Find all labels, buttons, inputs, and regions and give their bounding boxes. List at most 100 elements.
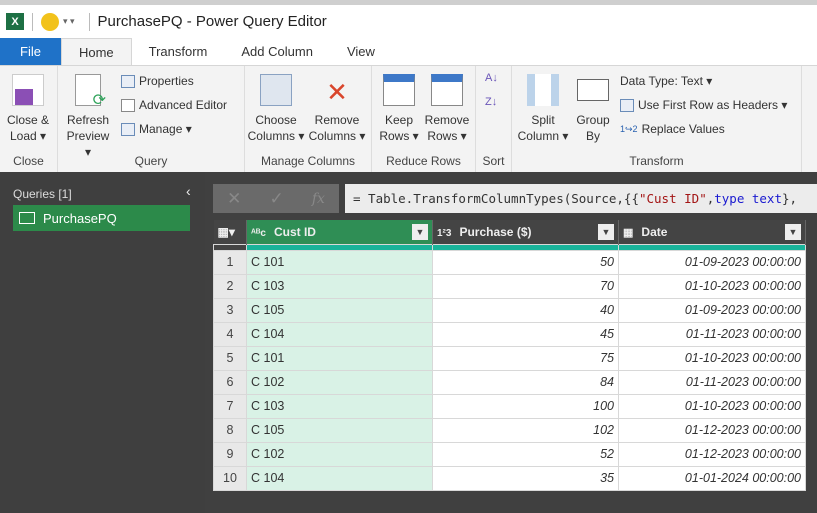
date-cell[interactable]: 01-11-2023 00:00:00 — [618, 369, 806, 395]
table-row[interactable]: 10 C 104 35 01-01-2024 00:00:00 — [213, 465, 806, 491]
tab-add-column[interactable]: Add Column — [224, 38, 330, 65]
replace-values-button[interactable]: 1↪2 Replace Values — [620, 122, 725, 136]
sort-ascending-button[interactable]: A↓ — [485, 72, 498, 84]
excel-icon: X — [6, 13, 24, 30]
properties-button[interactable]: Properties — [121, 74, 194, 88]
tab-transform[interactable]: Transform — [132, 38, 225, 65]
row-number[interactable]: 8 — [213, 417, 247, 443]
table-row[interactable]: 4C 104 45 01-11-2023 00:00:00 — [213, 321, 806, 347]
date-cell[interactable]: 01-11-2023 00:00:00 — [618, 321, 806, 347]
purchase-cell[interactable]: 100 — [432, 393, 619, 419]
date-cell[interactable]: 01-10-2023 00:00:00 — [618, 393, 806, 419]
purchase-cell[interactable]: 45 — [432, 321, 619, 347]
keep-rows-button[interactable]: Keep Rows ▾ — [376, 74, 422, 144]
purchase-cell[interactable]: 52 — [432, 441, 619, 467]
column-header-cust-id[interactable]: ᴬᴮc Cust ID ▼ — [246, 220, 433, 244]
label: Data Type: Text ▾ — [620, 74, 713, 88]
cust-id-cell[interactable]: C 102 — [246, 441, 433, 467]
remove-rows-button[interactable]: Remove Rows ▾ — [422, 74, 472, 144]
data-type-dropdown[interactable]: Data Type: Text ▾ — [620, 74, 712, 88]
close-load-button[interactable]: Close & Load ▾ — [4, 74, 52, 144]
row-number[interactable]: 2 — [213, 273, 247, 299]
table-row[interactable]: 8C 105 102 01-12-2023 00:00:00 — [213, 417, 806, 443]
cust-id-cell[interactable]: C 104 — [246, 465, 433, 491]
row-number[interactable]: 7 — [213, 393, 247, 419]
filter-dropdown-icon[interactable]: ▼ — [412, 224, 428, 240]
date-cell[interactable]: 01-12-2023 00:00:00 — [618, 441, 806, 467]
manage-button[interactable]: Manage ▾ — [121, 122, 192, 136]
row-number[interactable]: 5 — [213, 345, 247, 371]
date-cell[interactable]: 01-01-2024 00:00:00 — [618, 465, 806, 491]
row-number[interactable]: 9 — [213, 441, 247, 467]
table-row[interactable]: 5C 101 75 01-10-2023 00:00:00 — [213, 345, 806, 371]
cust-id-cell[interactable]: C 105 — [246, 297, 433, 323]
cust-id-cell[interactable]: C 101 — [246, 345, 433, 371]
column-header-date[interactable]: ▦ Date ▼ — [618, 220, 806, 244]
use-first-row-as-headers-button[interactable]: Use First Row as Headers ▾ — [620, 98, 787, 112]
cust-id-cell[interactable]: C 103 — [246, 273, 433, 299]
purchase-cell[interactable]: 35 — [432, 465, 619, 491]
date-cell[interactable]: 01-10-2023 00:00:00 — [618, 273, 806, 299]
column-label: Date — [641, 224, 668, 239]
formula-bar[interactable]: = Table.TransformColumnTypes(Source,{{"C… — [345, 184, 817, 213]
cancel-icon[interactable]: ✕ — [227, 189, 241, 209]
table-row[interactable]: 7C 103 100 01-10-2023 00:00:00 — [213, 393, 806, 419]
purchase-cell[interactable]: 70 — [432, 273, 619, 299]
table-row[interactable]: 6C 102 84 01-11-2023 00:00:00 — [213, 369, 806, 395]
cust-id-cell[interactable]: C 102 — [246, 369, 433, 395]
group-by-button[interactable]: Group By — [572, 74, 614, 144]
cust-id-cell[interactable]: C 103 — [246, 393, 433, 419]
text-type-icon: ᴬᴮc — [251, 227, 266, 239]
table-row[interactable]: 3C 105 40 01-09-2023 00:00:00 — [213, 297, 806, 323]
date-cell[interactable]: 01-09-2023 00:00:00 — [618, 249, 806, 275]
filter-dropdown-icon[interactable]: ▼ — [785, 224, 801, 240]
row-number[interactable]: 3 — [213, 297, 247, 323]
row-number[interactable]: 4 — [213, 321, 247, 347]
purchase-cell[interactable]: 84 — [432, 369, 619, 395]
column-header-purchase[interactable]: 1²3 Purchase ($) ▼ — [432, 220, 619, 244]
ribbon-tabs: File Home Transform Add Column View — [0, 38, 817, 65]
date-cell[interactable]: 01-12-2023 00:00:00 — [618, 417, 806, 443]
function-icon[interactable]: fx — [312, 191, 325, 207]
tab-file[interactable]: File — [0, 38, 61, 65]
cust-id-cell[interactable]: C 104 — [246, 321, 433, 347]
date-cell[interactable]: 01-10-2023 00:00:00 — [618, 345, 806, 371]
advanced-editor-button[interactable]: Advanced Editor — [121, 98, 227, 112]
group-manage-columns: Choose Columns ▾ ✕ Remove Columns ▾ Mana… — [245, 66, 372, 172]
label: Close & — [6, 113, 50, 127]
row-number[interactable]: 1 — [213, 249, 247, 275]
purchase-cell[interactable]: 102 — [432, 417, 619, 443]
purchase-cell[interactable]: 75 — [432, 345, 619, 371]
column-label: Purchase ($) — [459, 224, 532, 239]
cust-id-cell[interactable]: C 101 — [246, 249, 433, 275]
query-item-purchasepq[interactable]: PurchasePQ — [13, 205, 190, 231]
choose-columns-button[interactable]: Choose Columns ▾ — [247, 74, 305, 144]
smiley-icon[interactable] — [41, 12, 59, 31]
tab-view[interactable]: View — [330, 38, 392, 65]
chevron-down-icon[interactable]: ▾ ▾ — [63, 16, 75, 27]
filter-dropdown-icon[interactable]: ▼ — [598, 224, 614, 240]
table-icon — [19, 212, 35, 224]
check-icon[interactable]: ✓ — [269, 189, 283, 209]
group-sort: A↓ Z↓ Sort — [476, 66, 512, 172]
table-row[interactable]: 2C 103 70 01-10-2023 00:00:00 — [213, 273, 806, 299]
split-column-button[interactable]: Split Column ▾ — [516, 74, 570, 144]
table-row[interactable]: 1C 101 50 01-09-2023 00:00:00 — [213, 249, 806, 275]
purchase-cell[interactable]: 40 — [432, 297, 619, 323]
row-number[interactable]: 10 — [213, 465, 247, 491]
table-row[interactable]: 9C 102 52 01-12-2023 00:00:00 — [213, 441, 806, 467]
formula-keyword: type text — [714, 191, 782, 206]
collapse-pane-icon[interactable]: ‹ — [186, 183, 191, 199]
tab-home[interactable]: Home — [60, 38, 132, 65]
choose-columns-icon — [260, 74, 292, 106]
date-cell[interactable]: 01-09-2023 00:00:00 — [618, 297, 806, 323]
sort-descending-button[interactable]: Z↓ — [485, 96, 497, 108]
refresh-preview-button[interactable]: ⟳ Refresh Preview ▾ — [64, 74, 112, 160]
remove-columns-button[interactable]: ✕ Remove Columns ▾ — [307, 74, 367, 144]
cust-id-cell[interactable]: C 105 — [246, 417, 433, 443]
divider — [32, 12, 33, 31]
row-number[interactable]: 6 — [213, 369, 247, 395]
table-menu-button[interactable]: ▦▾ — [213, 220, 247, 244]
purchase-cell[interactable]: 50 — [432, 249, 619, 275]
group-label: Sort — [482, 154, 505, 168]
